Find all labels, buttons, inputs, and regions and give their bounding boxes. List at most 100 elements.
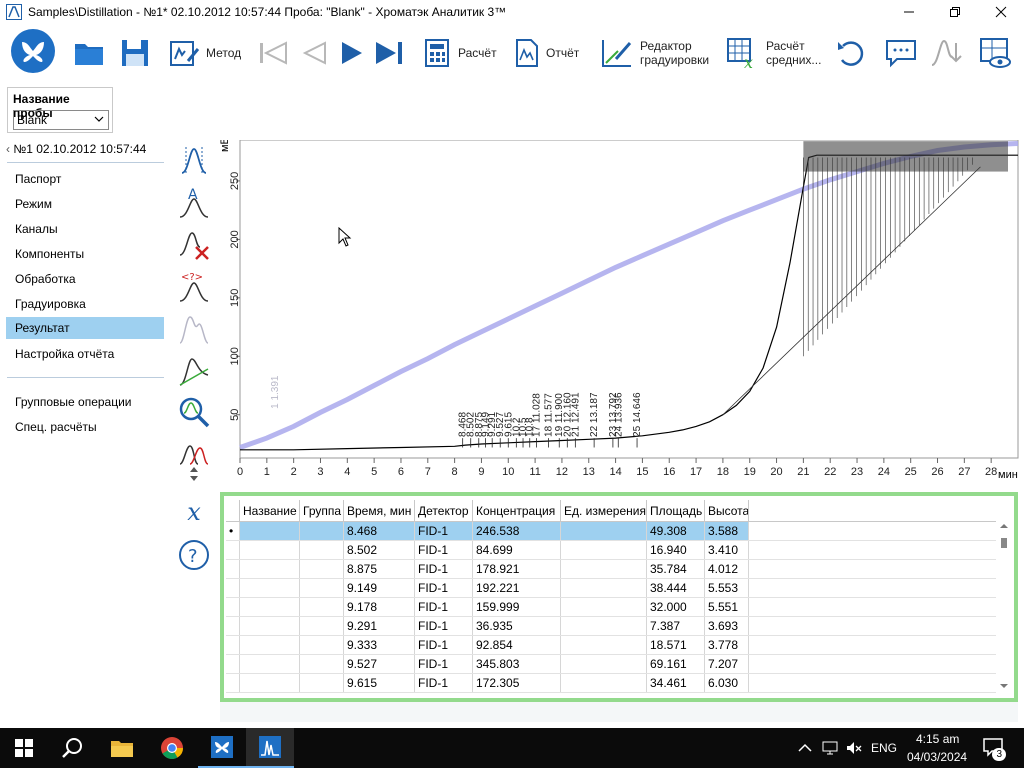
taskbar-analytic-app[interactable]	[246, 728, 294, 768]
column-header-area[interactable]: Площадь	[647, 500, 705, 521]
next-button[interactable]	[336, 32, 366, 74]
cell-time[interactable]: 9.178	[344, 598, 415, 616]
table-row[interactable]: 9.178 FID-1 159.999 32.000 5.551	[226, 598, 996, 617]
help-button[interactable]: ?	[176, 537, 212, 573]
cell-height[interactable]: 3.778	[705, 636, 749, 654]
cell-name[interactable]	[240, 636, 300, 654]
cell-concentration[interactable]: 178.921	[473, 560, 561, 578]
previous-button[interactable]	[300, 32, 330, 74]
cell-height[interactable]: 3.588	[705, 522, 749, 540]
cell-group[interactable]	[300, 560, 344, 578]
cell-name[interactable]	[240, 541, 300, 559]
cell-detector[interactable]: FID-1	[415, 579, 473, 597]
undo-button[interactable]	[834, 32, 868, 74]
row-marker[interactable]: •	[226, 522, 240, 540]
split-peak-tool[interactable]	[176, 310, 212, 346]
cell-name[interactable]	[240, 655, 300, 673]
cell-time[interactable]: 8.875	[344, 560, 415, 578]
cell-detector[interactable]: FID-1	[415, 560, 473, 578]
sidebar-item-result[interactable]: Результат	[6, 317, 164, 339]
cell-name[interactable]	[240, 579, 300, 597]
table-row[interactable]: 8.875 FID-1 178.921 35.784 4.012	[226, 560, 996, 579]
add-peak-label-tool[interactable]: A	[176, 184, 212, 220]
open-button[interactable]	[72, 32, 106, 74]
sidebar-item-calibration[interactable]: Градуировка	[6, 293, 164, 315]
row-marker[interactable]	[226, 579, 240, 597]
table-row[interactable]: 9.615 FID-1 172.305 34.461 6.030	[226, 674, 996, 693]
sidebar-item-processing[interactable]: Обработка	[6, 268, 164, 290]
start-button[interactable]	[0, 728, 48, 768]
row-marker[interactable]	[226, 636, 240, 654]
cell-detector[interactable]: FID-1	[415, 655, 473, 673]
cell-area[interactable]: 32.000	[647, 598, 705, 616]
cell-group[interactable]	[300, 579, 344, 597]
row-marker[interactable]	[226, 674, 240, 692]
cell-concentration[interactable]: 172.305	[473, 674, 561, 692]
minimize-button[interactable]	[886, 0, 932, 24]
taskbar-chromatec-app[interactable]	[198, 728, 246, 768]
close-button[interactable]	[978, 0, 1024, 24]
clock-date[interactable]: 04/03/2024	[907, 750, 967, 764]
cell-area[interactable]: 69.161	[647, 655, 705, 673]
clock-time[interactable]: 4:15 am	[916, 732, 959, 746]
cell-height[interactable]: 6.030	[705, 674, 749, 692]
back-link[interactable]: ‹ №1 02.10.2012 10:57:44	[6, 142, 146, 156]
notifications-button[interactable]: 3	[982, 736, 1006, 761]
comment-button[interactable]	[884, 32, 918, 74]
table-row[interactable]: 9.291 FID-1 36.935 7.387 3.693	[226, 617, 996, 636]
cell-concentration[interactable]: 159.999	[473, 598, 561, 616]
row-marker[interactable]	[226, 541, 240, 559]
column-header-time[interactable]: Время, мин	[344, 500, 415, 521]
cell-area[interactable]: 16.940	[647, 541, 705, 559]
sidebar-item-mode[interactable]: Режим	[6, 193, 164, 215]
view-chromatogram-button[interactable]	[978, 32, 1012, 74]
table-row[interactable]: 9.149 FID-1 192.221 38.444 5.553	[226, 579, 996, 598]
cell-group[interactable]	[300, 674, 344, 692]
toolbar-scroll-handle[interactable]	[176, 462, 212, 486]
sidebar-item-special-calcs[interactable]: Спец. расчёты	[6, 416, 164, 438]
column-header-concentration[interactable]: Концентрация	[473, 500, 561, 521]
cell-concentration[interactable]: 246.538	[473, 522, 561, 540]
cell-detector[interactable]: FID-1	[415, 617, 473, 635]
peak-arrow-button[interactable]	[930, 32, 964, 74]
cell-group[interactable]	[300, 541, 344, 559]
cell-time[interactable]: 9.527	[344, 655, 415, 673]
cell-detector[interactable]: FID-1	[415, 522, 473, 540]
cell-area[interactable]: 35.784	[647, 560, 705, 578]
first-button[interactable]	[256, 32, 292, 74]
table-row[interactable]: 9.333 FID-1 92.854 18.571 3.778	[226, 636, 996, 655]
cell-concentration[interactable]: 36.935	[473, 617, 561, 635]
taskbar-chrome[interactable]	[148, 728, 196, 768]
cell-unit[interactable]	[561, 598, 647, 616]
cell-concentration[interactable]: 92.854	[473, 636, 561, 654]
cell-unit[interactable]	[561, 541, 647, 559]
table-row[interactable]: 8.502 FID-1 84.699 16.940 3.410	[226, 541, 996, 560]
row-marker[interactable]	[226, 617, 240, 635]
cell-group[interactable]	[300, 617, 344, 635]
cell-height[interactable]: 5.553	[705, 579, 749, 597]
sidebar-item-passport[interactable]: Паспорт	[6, 168, 164, 190]
cell-time[interactable]: 9.615	[344, 674, 415, 692]
volume-muted-icon[interactable]	[845, 739, 863, 757]
cell-group[interactable]	[300, 522, 344, 540]
delete-peak-tool[interactable]	[176, 226, 212, 262]
cell-height[interactable]: 4.012	[705, 560, 749, 578]
average-calc-button[interactable]: x Расчёт средних...	[726, 32, 821, 74]
cell-area[interactable]: 38.444	[647, 579, 705, 597]
taskbar-file-explorer[interactable]	[98, 728, 146, 768]
cell-area[interactable]: 18.571	[647, 636, 705, 654]
scroll-up-icon[interactable]	[1000, 524, 1008, 528]
cell-name[interactable]	[240, 522, 300, 540]
cell-unit[interactable]	[561, 655, 647, 673]
cell-group[interactable]	[300, 636, 344, 654]
cell-time[interactable]: 9.291	[344, 617, 415, 635]
cell-area[interactable]: 34.461	[647, 674, 705, 692]
sidebar-item-report-settings[interactable]: Настройка отчёта	[6, 343, 164, 365]
cell-time[interactable]: 9.149	[344, 579, 415, 597]
scroll-down-icon[interactable]	[1000, 684, 1008, 688]
row-marker[interactable]	[226, 655, 240, 673]
sidebar-item-components[interactable]: Компоненты	[6, 243, 164, 265]
identify-peak-tool[interactable]: <?>	[176, 268, 212, 304]
cell-area[interactable]: 7.387	[647, 617, 705, 635]
column-header-group[interactable]: Группа	[300, 500, 344, 521]
